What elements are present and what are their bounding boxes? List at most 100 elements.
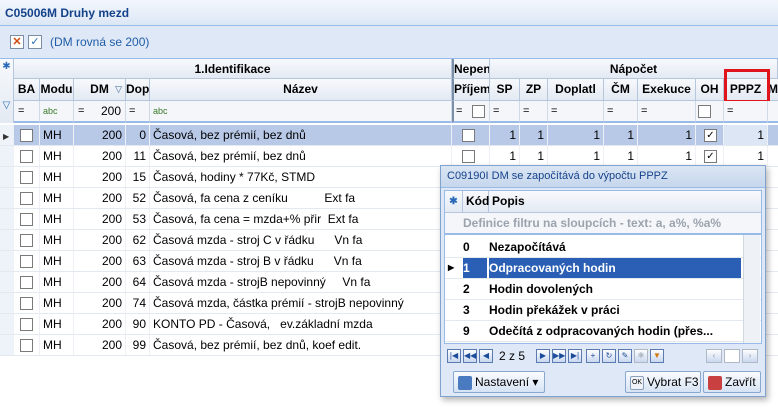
cell-dop[interactable]: 63 bbox=[126, 251, 150, 271]
row-indicator[interactable] bbox=[0, 251, 14, 271]
cell-nazev[interactable]: Časová, fa cena z ceníku Ext fa bbox=[150, 188, 452, 208]
cell-prijem[interactable] bbox=[452, 125, 490, 145]
cell-nazev[interactable]: Časová, bez prémií, bez dnů bbox=[150, 125, 452, 145]
last-page-icon[interactable]: ▶| bbox=[568, 349, 582, 363]
column-header-doplat[interactable]: Doplatl bbox=[548, 79, 604, 101]
column-header-zp[interactable]: ZP bbox=[520, 79, 548, 101]
cell-nazev[interactable]: Časová mzda, částka prémií - strojB nepo… bbox=[150, 293, 452, 313]
ba-checkbox[interactable] bbox=[20, 297, 33, 311]
cell-dm[interactable]: 200 bbox=[74, 188, 126, 208]
cell-nazev[interactable]: KONTO PD - Časová, ev.základní mzda bbox=[150, 314, 452, 334]
filter-cell-exekuce[interactable]: = bbox=[638, 101, 696, 123]
cell-modul[interactable]: MH bbox=[40, 335, 74, 355]
cell-modul[interactable]: MH bbox=[40, 272, 74, 292]
cell-modul[interactable]: MH bbox=[40, 314, 74, 334]
filter-cell-prijem[interactable]: = bbox=[452, 101, 490, 123]
popup-scrollbar[interactable] bbox=[743, 235, 760, 343]
popup-filter-row[interactable]: Definice filtru na sloupcích - text: a, … bbox=[445, 213, 761, 235]
filter-cell-dop[interactable]: = bbox=[126, 101, 150, 123]
column-header-sp[interactable]: SP bbox=[490, 79, 520, 101]
next-page-icon[interactable]: ▶ bbox=[536, 349, 550, 363]
check-icon[interactable]: ✓ bbox=[28, 35, 42, 49]
filter-description[interactable]: (DM rovná se 200) bbox=[50, 35, 149, 49]
filter-cell-zp[interactable]: = bbox=[520, 101, 548, 123]
column-header-oh[interactable]: OH bbox=[696, 79, 724, 101]
cell-ba[interactable] bbox=[14, 272, 40, 292]
first-page-icon[interactable]: |◀ bbox=[447, 349, 461, 363]
cell-dop[interactable]: 52 bbox=[126, 188, 150, 208]
column-header-modul[interactable]: Modu bbox=[40, 79, 74, 101]
cell-modul[interactable]: MH bbox=[40, 146, 74, 166]
cell-dm[interactable]: 200 bbox=[74, 125, 126, 145]
filter-checkbox-prijem[interactable] bbox=[471, 104, 485, 118]
add-record-icon[interactable]: + bbox=[586, 349, 600, 363]
cell-nazev[interactable]: Časová mzda - strojB nepovinný Vn fa bbox=[150, 272, 452, 292]
edit-icon[interactable]: ✎ bbox=[618, 349, 632, 363]
filter-cell-sp[interactable]: = bbox=[490, 101, 520, 123]
ba-checkbox[interactable] bbox=[20, 171, 33, 185]
ba-checkbox[interactable] bbox=[20, 318, 33, 332]
cell-exekuce[interactable]: 1 bbox=[638, 125, 696, 145]
filter-cell-ba[interactable]: = bbox=[14, 101, 40, 123]
cell-ba[interactable] bbox=[14, 335, 40, 355]
cell-dop[interactable]: 0 bbox=[126, 125, 150, 145]
oh-checkbox[interactable]: ✓ bbox=[704, 129, 717, 143]
popup-list-item[interactable]: ▶ 1 Odpracovaných hodin bbox=[445, 258, 761, 279]
filter-checkbox-oh[interactable] bbox=[698, 104, 711, 118]
cell-nazev[interactable]: Časová, hodiny * 77Kč, STMD bbox=[150, 167, 452, 187]
popup-column-kod[interactable]: Kód bbox=[463, 191, 489, 213]
cell-dop[interactable]: 11 bbox=[126, 146, 150, 166]
cell-sp[interactable]: 1 bbox=[490, 125, 520, 145]
scroll-right-icon[interactable]: › bbox=[742, 349, 758, 363]
popup-list-item[interactable]: 2 Hodin dovolených bbox=[445, 279, 761, 300]
ba-checkbox[interactable] bbox=[20, 129, 33, 143]
cell-dop[interactable]: 74 bbox=[126, 293, 150, 313]
cell-prijem[interactable] bbox=[452, 146, 490, 166]
cell-pppz[interactable]: 1 bbox=[724, 125, 768, 145]
cell-modul[interactable]: MH bbox=[40, 167, 74, 187]
settings-button[interactable]: Nastavení ▾ bbox=[453, 371, 545, 393]
popup-column-popis[interactable]: Popis bbox=[489, 191, 761, 213]
cell-doplat[interactable]: 1 bbox=[548, 146, 604, 166]
cell-nazev[interactable]: Časová, bez prémií, bez dnů bbox=[150, 146, 452, 166]
column-header-dop[interactable]: Dop bbox=[126, 79, 150, 101]
cell-dop[interactable]: 53 bbox=[126, 209, 150, 229]
cell-modul[interactable]: MH bbox=[40, 251, 74, 271]
cell-nazev[interactable]: Časová, fa cena = mzda+% přir Ext fa bbox=[150, 209, 452, 229]
filter-cell-cm[interactable]: = bbox=[604, 101, 638, 123]
cell-dm[interactable]: 200 bbox=[74, 146, 126, 166]
cell-pppz[interactable]: 1 bbox=[724, 146, 768, 166]
filter-cell-nazev[interactable]: abc bbox=[150, 101, 452, 123]
table-row[interactable]: ▶ MH 200 0 Časová, bez prémií, bez dnů 1 1 1 1 1 ✓… bbox=[0, 125, 778, 146]
cell-ba[interactable] bbox=[14, 230, 40, 250]
refresh-icon[interactable]: ↻ bbox=[602, 349, 616, 363]
cell-cm[interactable]: 1 bbox=[604, 125, 638, 145]
prijem-checkbox[interactable] bbox=[462, 129, 475, 143]
column-header-dm[interactable]: DM ▽ bbox=[74, 79, 126, 101]
ba-checkbox[interactable] bbox=[20, 276, 33, 290]
filter-cell-m[interactable] bbox=[768, 101, 778, 123]
cell-ba[interactable] bbox=[14, 146, 40, 166]
cell-zp[interactable]: 1 bbox=[520, 125, 548, 145]
cell-nazev[interactable]: Časová mzda - stroj C v řádku Vn fa bbox=[150, 230, 452, 250]
cell-ba[interactable] bbox=[14, 188, 40, 208]
row-indicator[interactable] bbox=[0, 293, 14, 313]
prev-page-icon[interactable]: ◀ bbox=[479, 349, 493, 363]
column-header-ba[interactable]: BA bbox=[14, 79, 40, 101]
popup-list-item[interactable]: 9 Odečítá z odpracovaných hodin (přes... bbox=[445, 321, 761, 342]
column-header-cm[interactable]: ČM bbox=[604, 79, 638, 101]
row-indicator[interactable] bbox=[0, 188, 14, 208]
filter-cell-oh[interactable] bbox=[696, 101, 724, 123]
next-page-fast-icon[interactable]: ▶▶ bbox=[552, 349, 566, 363]
cell-modul[interactable]: MH bbox=[40, 209, 74, 229]
cell-dm[interactable]: 200 bbox=[74, 335, 126, 355]
filter-cell-modul[interactable]: abc bbox=[40, 101, 74, 123]
column-header-exekuce[interactable]: Exekuce bbox=[638, 79, 696, 101]
cell-zp[interactable]: 1 bbox=[520, 146, 548, 166]
ba-checkbox[interactable] bbox=[20, 213, 33, 227]
row-indicator[interactable] bbox=[0, 314, 14, 334]
row-indicator[interactable] bbox=[0, 146, 14, 166]
ba-checkbox[interactable] bbox=[20, 150, 33, 164]
cell-dm[interactable]: 200 bbox=[74, 209, 126, 229]
cell-dm[interactable]: 200 bbox=[74, 251, 126, 271]
